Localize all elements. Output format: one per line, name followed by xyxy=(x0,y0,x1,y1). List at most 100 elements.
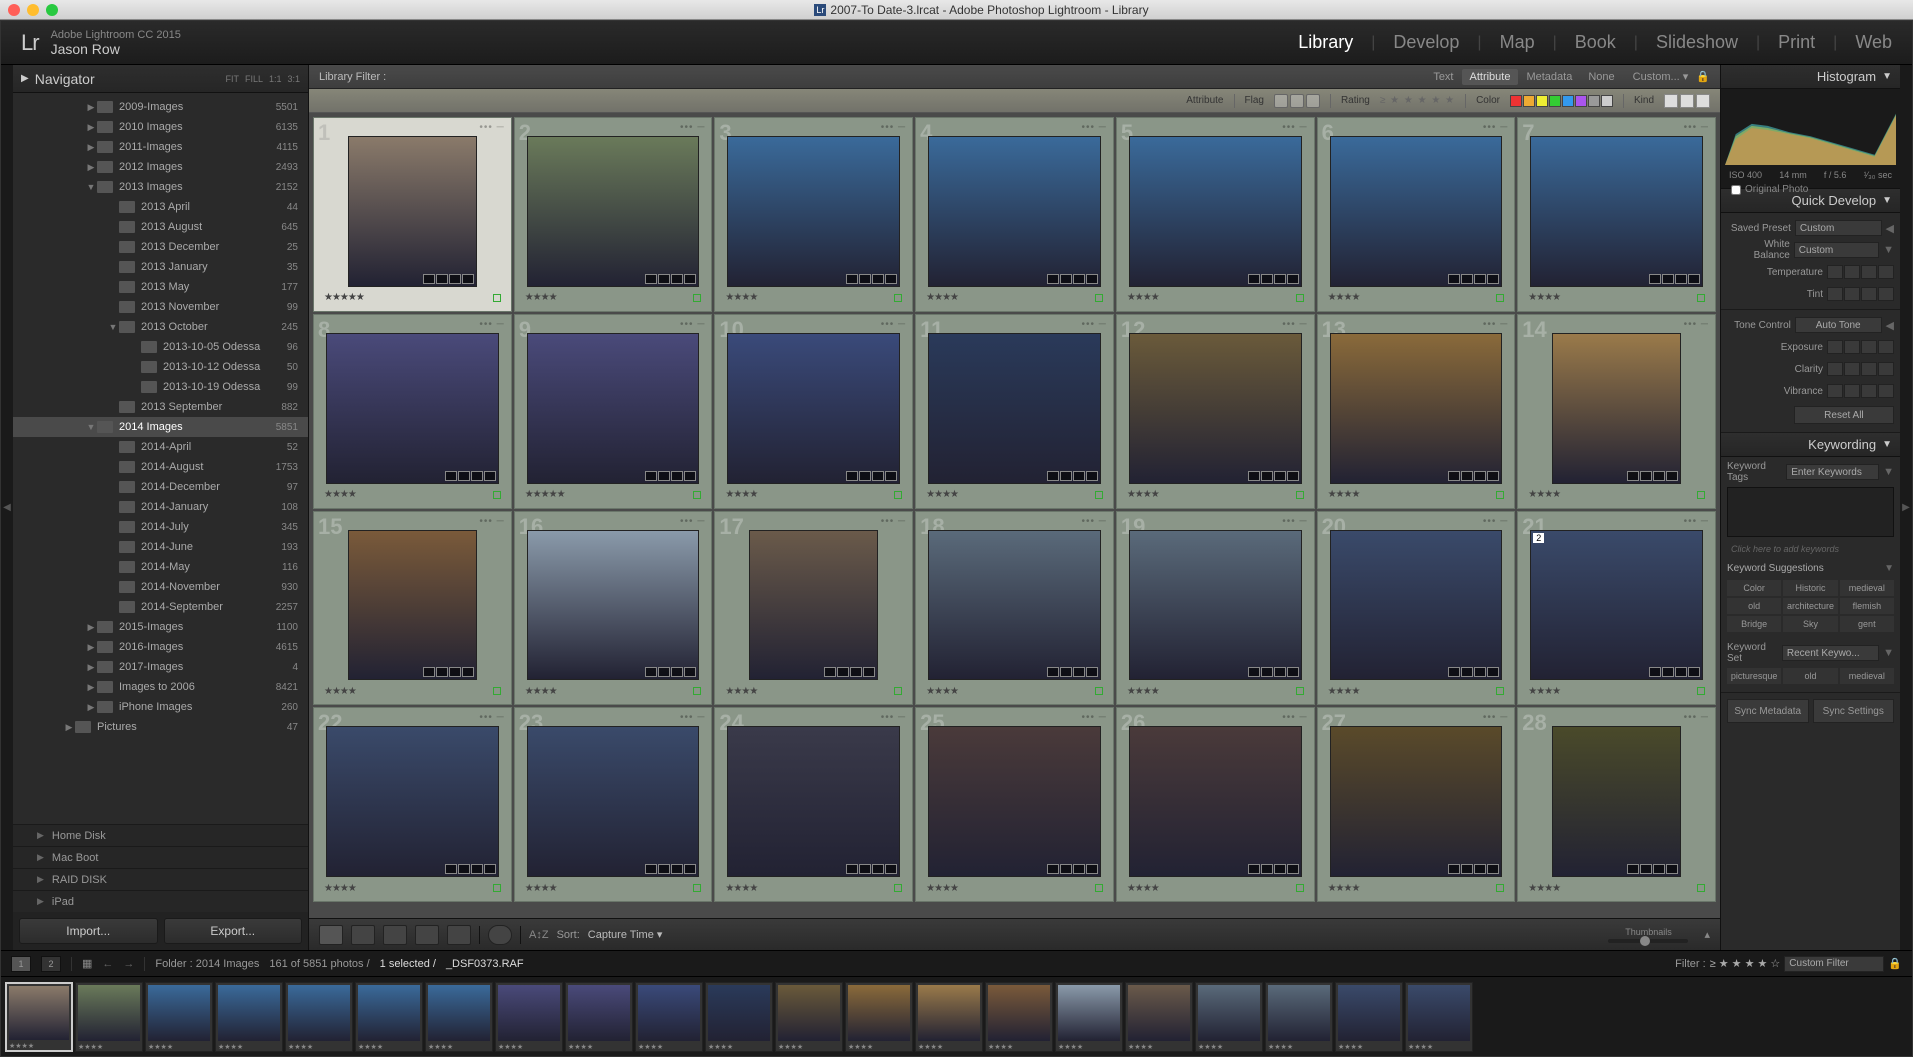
module-develop[interactable]: Develop xyxy=(1393,32,1459,53)
grid-view-button[interactable] xyxy=(319,925,343,945)
import-button[interactable]: Import... xyxy=(19,918,158,944)
filter-tab-attribute[interactable]: Attribute xyxy=(1462,69,1519,85)
saved-preset-select[interactable]: Custom xyxy=(1795,220,1882,236)
folder-row[interactable]: 2013-10-19 Odessa99 xyxy=(13,377,308,397)
grid-cell[interactable]: 27••• ─★★★★ xyxy=(1317,707,1516,902)
grid-cell[interactable]: 3••• ─★★★★ xyxy=(714,117,913,312)
filter-tab-metadata[interactable]: Metadata xyxy=(1518,69,1580,85)
color-swatch[interactable] xyxy=(1549,95,1561,107)
folder-row[interactable]: 2014-July345 xyxy=(13,517,308,537)
folder-row[interactable]: 2014-August1753 xyxy=(13,457,308,477)
lock-icon[interactable]: 🔒 xyxy=(1696,70,1710,83)
kind-video-icon[interactable] xyxy=(1696,94,1710,108)
tint-down[interactable] xyxy=(1844,287,1860,301)
filmstrip-cell[interactable]: ★★★★ xyxy=(145,982,213,1052)
folder-row[interactable]: 2014-April52 xyxy=(13,437,308,457)
keyword-set-select[interactable]: Recent Keywo... xyxy=(1782,645,1879,661)
color-swatch[interactable] xyxy=(1601,95,1613,107)
filmstrip[interactable]: ★★★★★★★★★★★★★★★★★★★★★★★★★★★★★★★★★★★★★★★★… xyxy=(1,976,1912,1056)
color-swatch[interactable] xyxy=(1562,95,1574,107)
exp-down[interactable] xyxy=(1844,340,1860,354)
clar-up[interactable] xyxy=(1861,362,1877,376)
grid-cell[interactable]: 13••• ─★★★★ xyxy=(1317,314,1516,509)
grid-cell[interactable]: 10••• ─★★★★ xyxy=(714,314,913,509)
compare-view-button[interactable] xyxy=(383,925,407,945)
filmstrip-cell[interactable]: ★★★★ xyxy=(1335,982,1403,1052)
folder-row[interactable]: 2014-November930 xyxy=(13,577,308,597)
filmstrip-cell[interactable]: ★★★★ xyxy=(5,982,73,1052)
grid-cell[interactable]: 20••• ─★★★★ xyxy=(1317,511,1516,706)
folder-row[interactable]: 2013 January35 xyxy=(13,257,308,277)
filter-lock-icon[interactable]: 🔒 xyxy=(1888,957,1902,970)
module-print[interactable]: Print xyxy=(1778,32,1815,53)
keyword-mode-select[interactable]: Enter Keywords xyxy=(1786,464,1879,480)
grid-cell[interactable]: 14••• ─★★★★ xyxy=(1517,314,1716,509)
exp-up2[interactable] xyxy=(1878,340,1894,354)
volume-row[interactable]: ▶iPad xyxy=(13,890,308,912)
module-map[interactable]: Map xyxy=(1500,32,1535,53)
filmstrip-cell[interactable]: ★★★★ xyxy=(845,982,913,1052)
flag-picked-icon[interactable] xyxy=(1274,94,1288,108)
module-web[interactable]: Web xyxy=(1855,32,1892,53)
grid-cell[interactable]: 18••• ─★★★★ xyxy=(915,511,1114,706)
keyword-textarea[interactable] xyxy=(1727,487,1894,537)
grid-cell[interactable]: 21••• ─2★★★★ xyxy=(1517,511,1716,706)
toolbar-menu-icon[interactable]: ▴ xyxy=(1704,928,1710,941)
export-button[interactable]: Export... xyxy=(164,918,303,944)
grid-cell[interactable]: 25••• ─★★★★ xyxy=(915,707,1114,902)
keyword-suggestion[interactable]: medieval xyxy=(1840,580,1894,596)
filmstrip-cell[interactable]: ★★★★ xyxy=(75,982,143,1052)
filmstrip-cell[interactable]: ★★★★ xyxy=(1405,982,1473,1052)
filmstrip-cell[interactable]: ★★★★ xyxy=(215,982,283,1052)
sort-value[interactable]: Capture Time ▾ xyxy=(588,928,663,941)
filmstrip-cell[interactable]: ★★★★ xyxy=(705,982,773,1052)
folder-row[interactable]: ▶2016-Images4615 xyxy=(13,637,308,657)
navigator-header[interactable]: ▶ Navigator FITFILL1:13:1 xyxy=(13,65,308,93)
folder-row[interactable]: ▼2013 October245 xyxy=(13,317,308,337)
tint-up[interactable] xyxy=(1861,287,1877,301)
folder-row[interactable]: 2013 April44 xyxy=(13,197,308,217)
nav-opt-fit[interactable]: FIT xyxy=(225,74,239,84)
filter-tab-none[interactable]: None xyxy=(1580,69,1622,85)
white-balance-select[interactable]: Custom xyxy=(1794,242,1879,258)
nav-fwd-icon[interactable]: → xyxy=(123,958,134,970)
grid-cell[interactable]: 24••• ─★★★★ xyxy=(714,707,913,902)
grid-cell[interactable]: 17••• ─★★★★ xyxy=(714,511,913,706)
filmstrip-cell[interactable]: ★★★★ xyxy=(1195,982,1263,1052)
folder-row[interactable]: 2013-10-05 Odessa96 xyxy=(13,337,308,357)
filmstrip-cell[interactable]: ★★★★ xyxy=(1125,982,1193,1052)
grid-cell[interactable]: 4••• ─★★★★ xyxy=(915,117,1114,312)
exp-down2[interactable] xyxy=(1827,340,1843,354)
painter-tool-button[interactable] xyxy=(488,925,512,945)
folder-row[interactable]: 2013 May177 xyxy=(13,277,308,297)
people-view-button[interactable] xyxy=(447,925,471,945)
sync-settings-button[interactable]: Sync Settings xyxy=(1813,699,1895,723)
exp-up[interactable] xyxy=(1861,340,1877,354)
grid-cell[interactable]: 8••• ─★★★★ xyxy=(313,314,512,509)
grid-cell[interactable]: 7••• ─★★★★ xyxy=(1517,117,1716,312)
screen-1-button[interactable]: 1 xyxy=(11,956,31,972)
loupe-view-button[interactable] xyxy=(351,925,375,945)
folder-row[interactable]: 2013 August645 xyxy=(13,217,308,237)
folder-row[interactable]: ▶2010 Images6135 xyxy=(13,117,308,137)
histogram-header[interactable]: Histogram▼ xyxy=(1721,65,1900,89)
keyword-suggestion[interactable]: Color xyxy=(1727,580,1781,596)
temp-down[interactable] xyxy=(1844,265,1860,279)
color-swatch[interactable] xyxy=(1536,95,1548,107)
color-swatch[interactable] xyxy=(1523,95,1535,107)
volume-row[interactable]: ▶Home Disk xyxy=(13,824,308,846)
grid-cell[interactable]: 22••• ─★★★★ xyxy=(313,707,512,902)
folder-row[interactable]: 2014-May116 xyxy=(13,557,308,577)
volume-row[interactable]: ▶RAID DISK xyxy=(13,868,308,890)
module-book[interactable]: Book xyxy=(1575,32,1616,53)
keyword-suggestion[interactable]: Historic xyxy=(1783,580,1837,596)
custom-filter-select[interactable]: Custom Filter xyxy=(1784,956,1884,972)
flag-unflagged-icon[interactable] xyxy=(1290,94,1304,108)
folder-row[interactable]: ▶2011-Images4115 xyxy=(13,137,308,157)
keyword-set-item[interactable]: old xyxy=(1783,668,1837,684)
temp-up2[interactable] xyxy=(1878,265,1894,279)
window-minimize-button[interactable] xyxy=(27,4,39,16)
tint-up2[interactable] xyxy=(1878,287,1894,301)
folder-row[interactable]: ▼2013 Images2152 xyxy=(13,177,308,197)
folder-row[interactable]: 2013-10-12 Odessa50 xyxy=(13,357,308,377)
